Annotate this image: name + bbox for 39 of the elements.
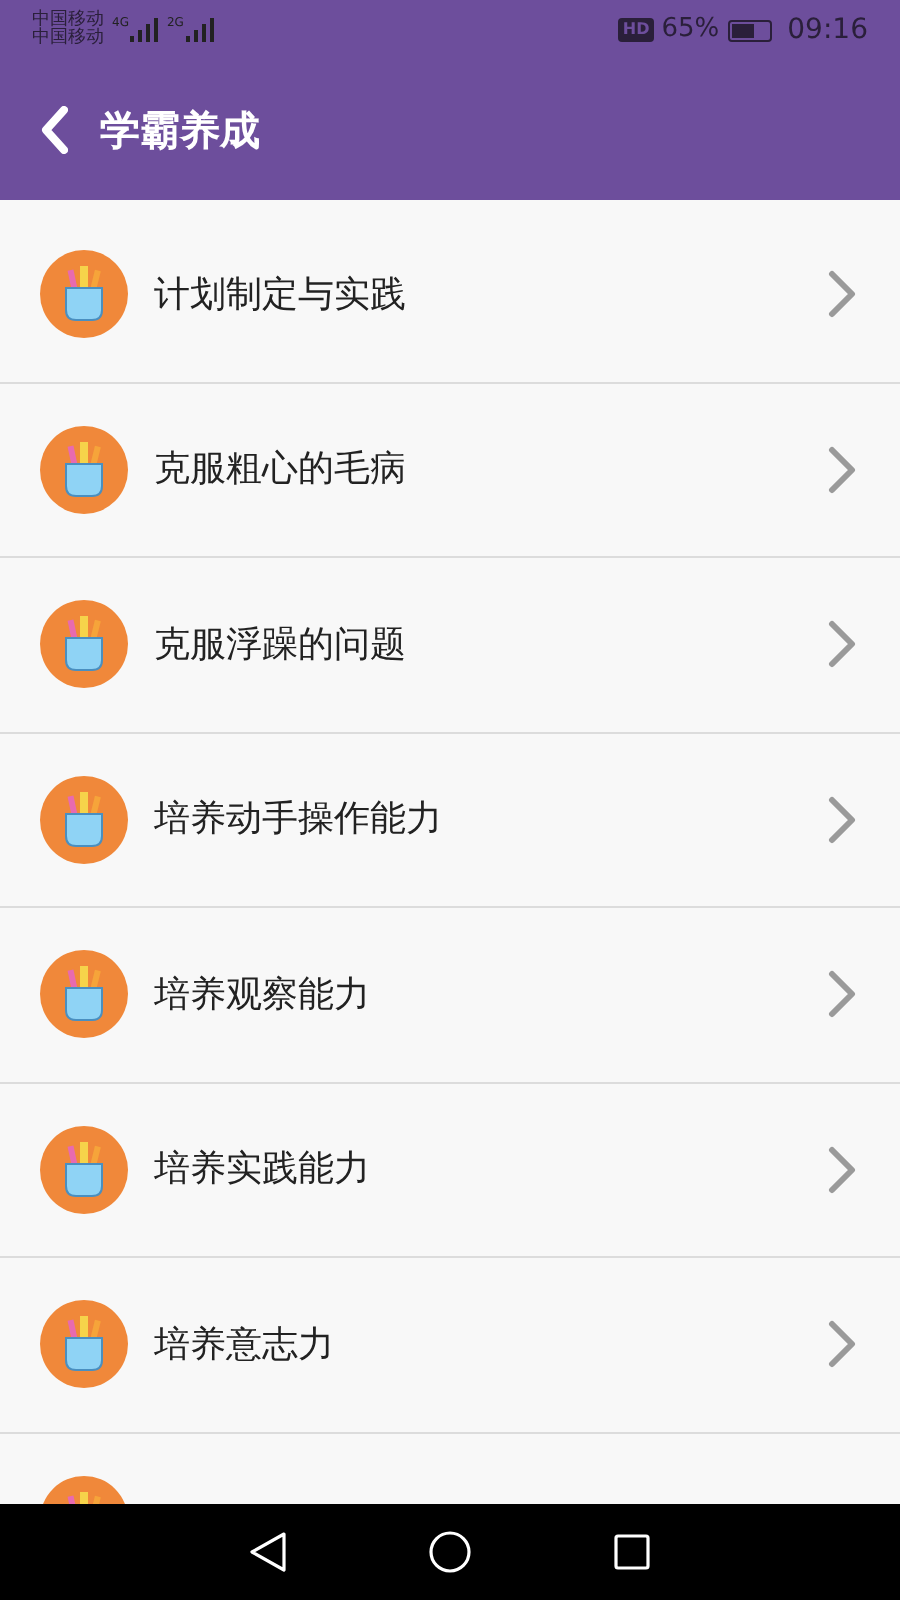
pencil-cup-icon [40, 1125, 128, 1214]
carrier-name: 中国移动 [32, 12, 104, 30]
pencil-cup-icon [40, 775, 128, 864]
carrier-name: 中国移动 [32, 30, 104, 48]
back-nav-button[interactable] [248, 1530, 288, 1574]
chevron-right-icon [828, 795, 856, 844]
chevron-right-icon [828, 445, 856, 494]
item-label: 克服粗心的毛病 [154, 446, 408, 495]
list-item[interactable]: 计划制定与实践 [0, 208, 900, 383]
pencil-cup-icon [40, 425, 128, 514]
item-label: 计划制定与实践 [154, 271, 408, 320]
list-item[interactable]: 克服粗心的毛病 [0, 383, 900, 558]
list-item[interactable]: 培养动手操作能力 [0, 733, 900, 908]
item-label: 培养动手操作能力 [154, 796, 444, 845]
signal-icon [130, 18, 159, 42]
chevron-right-icon [828, 1145, 856, 1194]
item-label: 培养意志力 [154, 1321, 336, 1370]
hd-badge: HD [618, 18, 654, 42]
item-label: 克服浮躁的问题 [154, 621, 408, 670]
list-item[interactable]: 培养意志力 [0, 1258, 900, 1433]
list-item[interactable]: 培养观察能力 [0, 908, 900, 1083]
battery-percent: 65% [661, 12, 720, 49]
chevron-right-icon [828, 1320, 856, 1369]
pencil-cup-icon [40, 600, 128, 689]
chevron-right-icon [828, 270, 856, 319]
pencil-cup-icon [40, 1300, 128, 1389]
clock: 09:16 [787, 11, 868, 49]
item-label: 培养观察能力 [154, 971, 372, 1020]
pencil-cup-icon [40, 950, 128, 1039]
chevron-right-icon [828, 970, 856, 1019]
list-item[interactable]: 克服浮躁的问题 [0, 558, 900, 733]
recents-nav-button[interactable] [612, 1532, 652, 1572]
home-nav-button[interactable] [428, 1530, 472, 1574]
list-item[interactable]: 培养实践能力 [0, 1083, 900, 1258]
item-label: 培养实践能力 [154, 1146, 372, 1195]
pencil-cup-icon [40, 250, 128, 339]
signal-icon [185, 18, 214, 42]
page-title: 学霸养成 [100, 104, 260, 158]
chevron-right-icon [828, 620, 856, 669]
